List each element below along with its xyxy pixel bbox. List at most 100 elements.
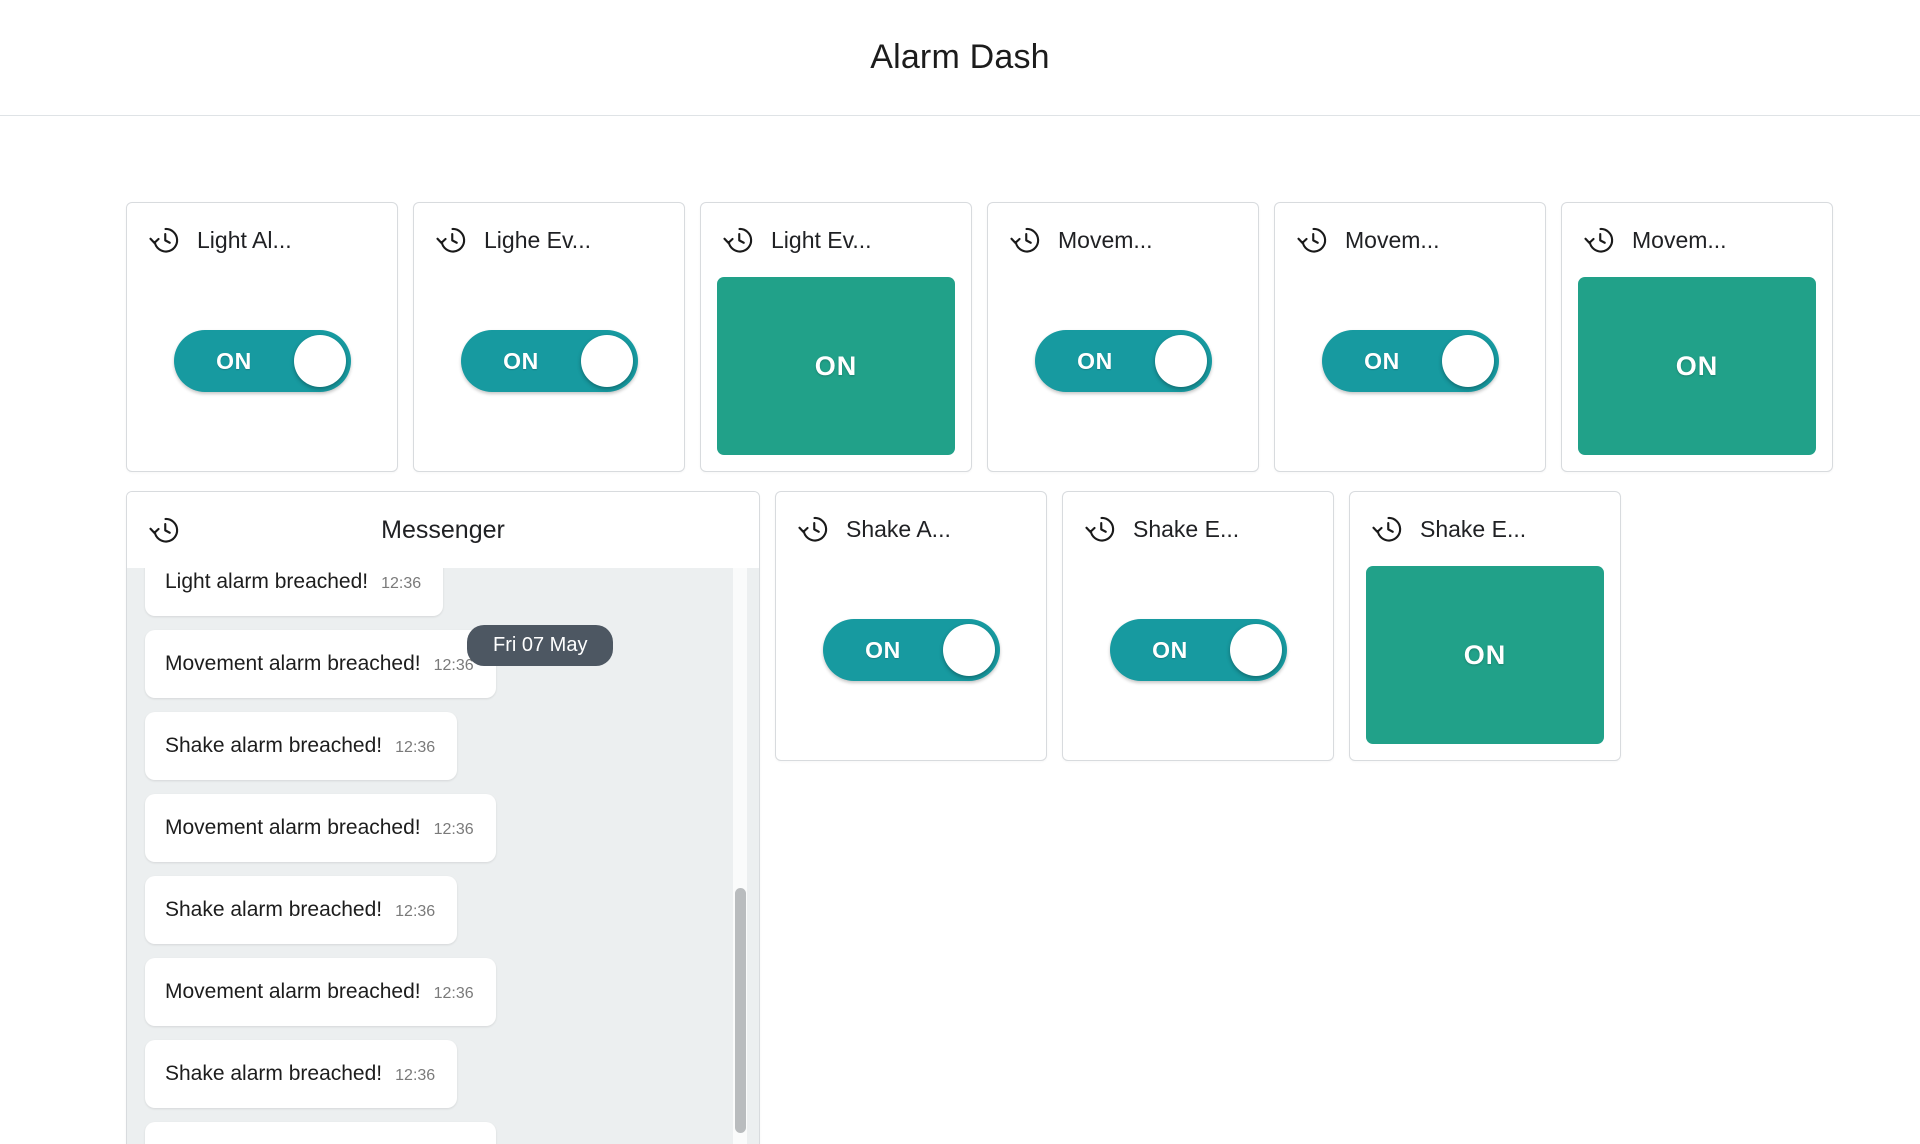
alarm-card-body: ON	[988, 277, 1258, 471]
alarm-card-header: Movem...	[1562, 203, 1832, 277]
message-time: 12:36	[395, 903, 436, 920]
alarm-toggle-switch[interactable]: ON	[1109, 619, 1287, 681]
history-icon	[1297, 225, 1327, 255]
alarm-card-row-2: Messenger Light alarm breached! 12:36 Move…	[0, 491, 1920, 1144]
history-icon	[149, 515, 179, 545]
message-row: Light alarm breached! 12:36	[127, 568, 759, 616]
alarm-card-title: Shake E...	[1133, 515, 1240, 542]
alarm-card: Movem... ON	[1274, 202, 1546, 472]
messenger-chat-area: Light alarm breached! 12:36 Movement alarm…	[127, 568, 759, 1144]
alarm-on-button[interactable]: ON	[717, 277, 955, 455]
alarm-card-header: Light Ev...	[701, 203, 971, 277]
message-bubble[interactable]: Shake alarm breached! 12:36	[145, 1040, 458, 1108]
alarm-card-body: ON	[414, 277, 684, 471]
message-row: Shake alarm breached! 12:36	[127, 698, 759, 780]
toggle-state-label: ON	[1364, 347, 1400, 374]
message-bubble[interactable]: Shake alarm breached! 12:36	[145, 876, 458, 944]
message-bubble[interactable]: Light alarm breached! 12:36	[145, 568, 444, 616]
alarm-card-title: Lighe Ev...	[484, 226, 591, 253]
message-text: Light alarm breached!	[165, 570, 369, 593]
toggle-knob[interactable]	[580, 335, 633, 387]
message-text: Movement alarm breached!	[165, 816, 421, 839]
alarm-card-body: ON	[127, 277, 397, 471]
history-icon	[149, 225, 179, 255]
alarm-card-header: Lighe Ev...	[414, 203, 684, 277]
alarm-card-title: Shake E...	[1420, 515, 1527, 542]
message-bubble[interactable]: Shake alarm breached! 12:36	[145, 712, 458, 780]
alarm-toggle-switch[interactable]: ON	[1034, 330, 1212, 392]
alarm-card: Movem... ON	[1561, 202, 1833, 472]
shake-alarm-cards: Shake A... ON Shake E... ON Shake E... ON	[775, 491, 1621, 761]
alarm-card: Shake A... ON	[775, 491, 1047, 761]
message-time: 12:36	[381, 575, 422, 592]
toggle-knob[interactable]	[1441, 335, 1494, 387]
toggle-state-label: ON	[503, 347, 539, 374]
messenger-scroll-region[interactable]: Light alarm breached! 12:36 Movement alarm…	[127, 568, 759, 1144]
history-icon	[723, 225, 753, 255]
toggle-state-label: ON	[1077, 347, 1113, 374]
toggle-state-label: ON	[1152, 636, 1188, 663]
toggle-state-label: ON	[865, 636, 901, 663]
alarm-card-header: Shake A...	[776, 492, 1046, 566]
alarm-card: Shake E... ON	[1062, 491, 1334, 761]
alarm-card-title: Movem...	[1058, 226, 1153, 253]
message-text: Shake alarm breached!	[165, 734, 383, 757]
message-text: Shake alarm breached!	[165, 898, 383, 921]
alarm-card-header: Movem...	[1275, 203, 1545, 277]
message-bubble[interactable]: Movement alarm breached! 12:36	[145, 794, 496, 862]
toggle-knob[interactable]	[1229, 624, 1282, 676]
alarm-card-header: Shake E...	[1350, 492, 1620, 566]
message-list: Light alarm breached! 12:36 Movement alarm…	[127, 568, 759, 1144]
page-title: Alarm Dash	[870, 38, 1050, 76]
message-time: 12:36	[395, 1067, 436, 1084]
alarm-card-row-1: Light Al... ON Lighe Ev... ON Light Ev... ON M…	[0, 202, 1920, 472]
message-time: 12:36	[433, 657, 474, 674]
alarm-toggle-switch[interactable]: ON	[822, 619, 1000, 681]
dashboard-body: Light Al... ON Lighe Ev... ON Light Ev... ON M…	[0, 116, 1920, 1144]
alarm-toggle-switch[interactable]: ON	[460, 330, 638, 392]
message-time: 12:36	[433, 985, 474, 1002]
toggle-knob[interactable]	[293, 335, 346, 387]
alarm-card-header: Shake E...	[1063, 492, 1333, 566]
history-icon	[798, 514, 828, 544]
message-text: Shake alarm breached!	[165, 1062, 383, 1085]
alarm-card-title: Movem...	[1345, 226, 1440, 253]
toggle-knob[interactable]	[1154, 335, 1207, 387]
alarm-card-body: ON	[701, 277, 971, 471]
message-row: Shake alarm breached! 12:36	[127, 862, 759, 944]
alarm-card-body: ON	[1562, 277, 1832, 471]
alarm-card-header: Movem...	[988, 203, 1258, 277]
alarm-card-header: Light Al...	[127, 203, 397, 277]
message-text: Movement alarm breached!	[165, 980, 421, 1003]
date-divider: Fri 07 May	[467, 625, 614, 666]
alarm-card-body: ON	[776, 566, 1046, 760]
history-icon	[436, 225, 466, 255]
alarm-toggle-switch[interactable]: ON	[173, 330, 351, 392]
history-icon	[1584, 225, 1614, 255]
alarm-card-title: Light Ev...	[771, 226, 872, 253]
message-bubble[interactable]: Movement alarm breached!12:36	[145, 1122, 496, 1144]
message-row: Movement alarm breached! 12:36	[127, 780, 759, 862]
alarm-card: Lighe Ev... ON	[413, 202, 685, 472]
messenger-scrollbar-thumb[interactable]	[735, 888, 746, 1133]
message-bubble[interactable]: Movement alarm breached! 12:36	[145, 958, 496, 1026]
alarm-card-title: Movem...	[1632, 226, 1727, 253]
app-header: Alarm Dash	[0, 0, 1920, 116]
alarm-card-body: ON	[1063, 566, 1333, 760]
message-row: Movement alarm breached!12:36	[127, 1108, 759, 1144]
toggle-knob[interactable]	[942, 624, 995, 676]
message-row: Movement alarm breached! 12:36	[127, 616, 759, 698]
message-time: 12:36	[433, 821, 474, 838]
alarm-card-title: Light Al...	[197, 226, 292, 253]
message-bubble[interactable]: Movement alarm breached! 12:36	[145, 630, 496, 698]
history-icon	[1085, 514, 1115, 544]
alarm-toggle-switch[interactable]: ON	[1321, 330, 1499, 392]
message-text: Movement alarm breached!	[165, 652, 421, 675]
alarm-on-button[interactable]: ON	[1578, 277, 1816, 455]
history-icon	[1010, 225, 1040, 255]
alarm-card-title: Shake A...	[846, 515, 951, 542]
alarm-card: Light Ev... ON	[700, 202, 972, 472]
alarm-card: Light Al... ON	[126, 202, 398, 472]
alarm-on-button[interactable]: ON	[1366, 566, 1604, 744]
alarm-card: Shake E... ON	[1349, 491, 1621, 761]
